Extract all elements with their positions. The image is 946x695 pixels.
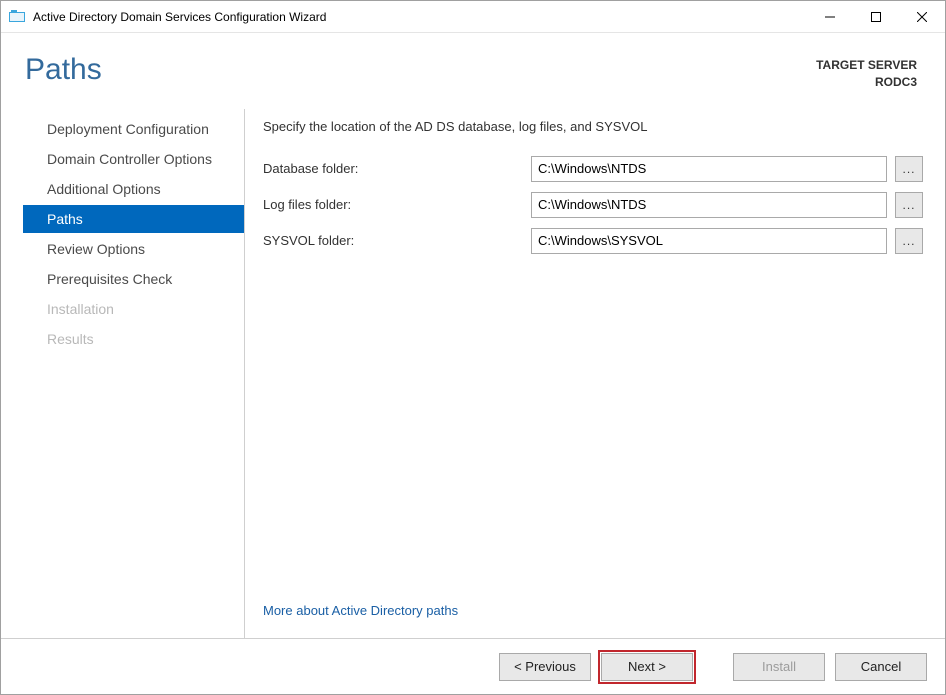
- target-server-box: TARGET SERVER RODC3: [816, 53, 917, 91]
- wizard-steps-sidebar: Deployment Configuration Domain Controll…: [23, 109, 245, 638]
- cancel-button[interactable]: Cancel: [835, 653, 927, 681]
- sysvol-folder-label: SYSVOL folder:: [263, 233, 531, 248]
- database-folder-input[interactable]: [531, 156, 887, 182]
- page-title: Paths: [25, 53, 816, 87]
- log-files-folder-browse-button[interactable]: ...: [895, 192, 923, 218]
- maximize-button[interactable]: [853, 1, 899, 32]
- target-server-value: RODC3: [816, 74, 917, 91]
- instruction-text: Specify the location of the AD DS databa…: [263, 119, 923, 134]
- database-folder-label: Database folder:: [263, 161, 531, 176]
- step-results: Results: [23, 325, 244, 353]
- step-prerequisites-check[interactable]: Prerequisites Check: [23, 265, 244, 293]
- next-button[interactable]: Next >: [601, 653, 693, 681]
- previous-button[interactable]: < Previous: [499, 653, 591, 681]
- content-panel: Specify the location of the AD DS databa…: [245, 109, 923, 638]
- step-installation: Installation: [23, 295, 244, 323]
- log-files-folder-row: Log files folder: ...: [263, 192, 923, 218]
- install-button: Install: [733, 653, 825, 681]
- sysvol-folder-input[interactable]: [531, 228, 887, 254]
- more-about-paths-link[interactable]: More about Active Directory paths: [263, 603, 923, 618]
- step-additional-options[interactable]: Additional Options: [23, 175, 244, 203]
- target-server-label: TARGET SERVER: [816, 57, 917, 74]
- database-folder-row: Database folder: ...: [263, 156, 923, 182]
- step-deployment-configuration[interactable]: Deployment Configuration: [23, 115, 244, 143]
- log-files-folder-label: Log files folder:: [263, 197, 531, 212]
- minimize-button[interactable]: [807, 1, 853, 32]
- window-controls: [807, 1, 945, 32]
- app-icon: [9, 9, 25, 25]
- wizard-body: Deployment Configuration Domain Controll…: [1, 97, 945, 638]
- log-files-folder-input[interactable]: [531, 192, 887, 218]
- wizard-footer: < Previous Next > Install Cancel: [1, 638, 945, 694]
- sysvol-folder-row: SYSVOL folder: ...: [263, 228, 923, 254]
- window-title: Active Directory Domain Services Configu…: [33, 10, 807, 24]
- step-paths[interactable]: Paths: [23, 205, 244, 233]
- step-review-options[interactable]: Review Options: [23, 235, 244, 263]
- close-button[interactable]: [899, 1, 945, 32]
- sysvol-folder-browse-button[interactable]: ...: [895, 228, 923, 254]
- database-folder-browse-button[interactable]: ...: [895, 156, 923, 182]
- step-domain-controller-options[interactable]: Domain Controller Options: [23, 145, 244, 173]
- titlebar: Active Directory Domain Services Configu…: [1, 1, 945, 33]
- header: Paths TARGET SERVER RODC3: [1, 33, 945, 97]
